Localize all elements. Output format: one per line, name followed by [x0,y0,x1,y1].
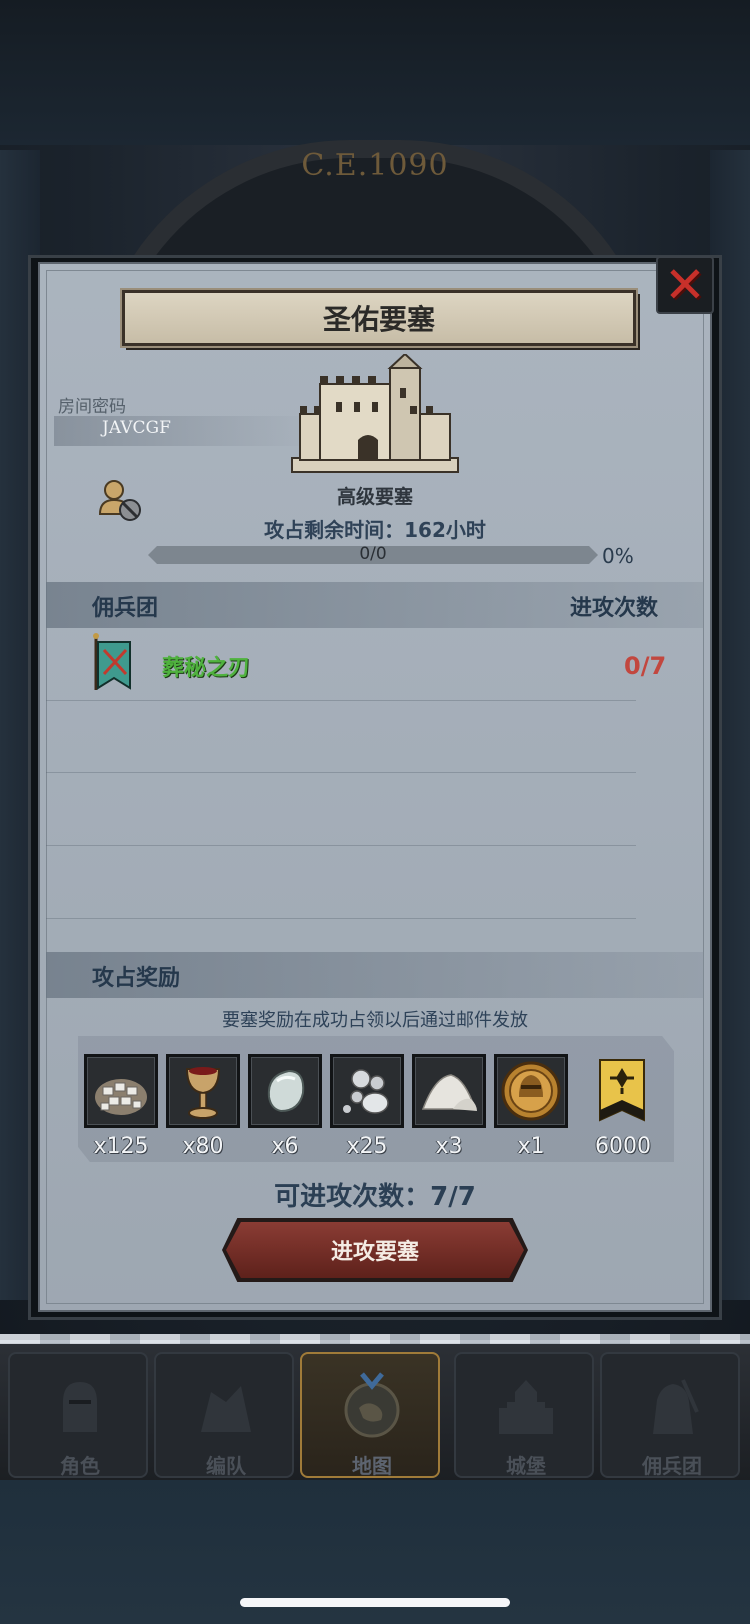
knight-helmet-icon [63,1382,97,1432]
silver-ore-sack-icon [95,1079,147,1115]
castle-icon [499,1380,553,1434]
moonstone-icon [267,1069,305,1113]
reward-item[interactable] [412,1054,486,1128]
nav-label: 佣兵团 [642,1454,702,1478]
nav-label: 地图 [352,1454,392,1478]
mercury-drops-icon [343,1069,389,1114]
reward-item[interactable] [248,1054,322,1128]
mercenary-section-title: 佣兵团 [92,596,159,621]
salt-pile-icon [421,1074,477,1111]
close-icon: ✕ [664,256,706,314]
reward-qty: x125 [93,1134,149,1159]
nav-snow-edge [0,1334,750,1344]
nav-label: 编队 [206,1454,246,1478]
era-label: C.E.1090 [301,148,449,183]
title-banner: 圣佑要塞 [122,290,636,346]
nav-item-castle[interactable]: 城堡 [454,1352,594,1478]
nav-item-formation[interactable]: 编队 [154,1352,294,1478]
nav-item-mercenary[interactable]: 佣兵团 [600,1352,740,1478]
attack-count-header: 进攻次数 [570,596,659,621]
mercenary-attack-count: 0/7 [624,652,667,680]
reward-note: 要塞奖励在成功占领以后通过邮件发放 [222,1010,528,1031]
map-compass-icon [344,1372,400,1438]
reward-qty: x80 [182,1134,224,1159]
fortress-icon [291,354,459,473]
available-attempts: 可进攻次数：7/7 [274,1182,476,1212]
reward-qty: x3 [435,1134,463,1159]
close-button[interactable]: ✕ [656,256,714,314]
fortress-type: 高级要塞 [336,486,413,508]
progress-percent: 0% [602,544,634,568]
knight-medal-icon [501,1061,561,1121]
banner-icon [93,633,131,690]
modal-title: 圣佑要塞 [322,303,435,336]
reward-qty: 6000 [595,1134,651,1159]
room-code[interactable]: JAVCGF [102,418,171,438]
row-divider [46,700,636,701]
reward-item[interactable] [166,1054,240,1128]
reward-section-title: 攻占奖励 [92,966,181,991]
progress-count: 0/0 [359,544,387,564]
status-area [0,0,750,145]
row-divider [46,772,636,773]
mercenary-name: 葬秘之刃 [162,656,251,681]
reward-qty: x6 [271,1134,299,1159]
room-password-label: 房间密码 [58,397,126,417]
attack-fortress-button[interactable]: 进攻要塞 [226,1222,524,1278]
reward-qty: x25 [346,1134,388,1159]
nav-item-character[interactable]: 角色 [8,1352,148,1478]
nav-label: 城堡 [506,1454,546,1478]
formation-icon [201,1386,251,1432]
mercenary-icon [653,1379,699,1434]
goblet-icon [185,1067,221,1119]
reward-qty: x1 [517,1134,545,1159]
nav-item-map[interactable]: 地图 [300,1352,440,1478]
row-divider [46,845,636,846]
nav-label: 角色 [60,1454,100,1478]
reward-item[interactable] [330,1054,404,1128]
room-code-bar [54,416,314,446]
remaining-time: 攻占剩余时间：162小时 [264,518,486,542]
home-indicator[interactable] [240,1598,510,1607]
reward-item[interactable] [84,1054,158,1128]
reward-item[interactable] [494,1054,568,1128]
attack-button-label: 进攻要塞 [330,1240,419,1265]
row-divider [46,918,636,919]
gold-banner-icon[interactable] [596,1058,648,1130]
